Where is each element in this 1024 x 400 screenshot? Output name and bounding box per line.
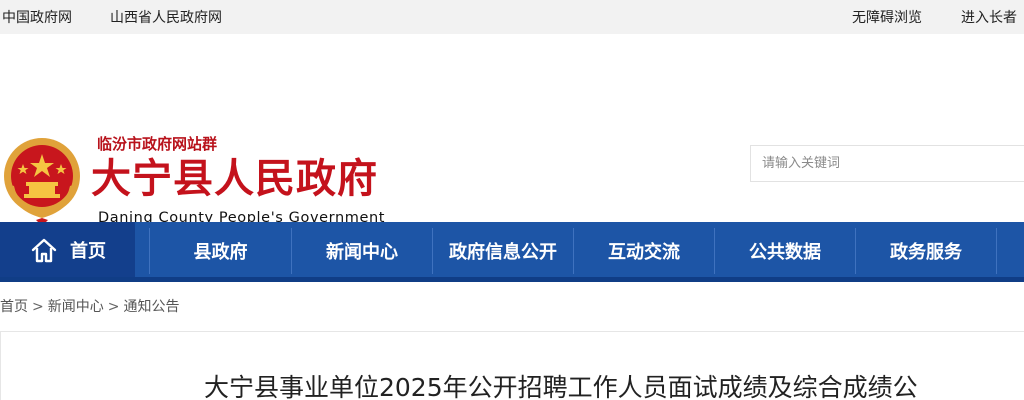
accessibility-link[interactable]: 无障碍浏览 bbox=[852, 7, 922, 27]
search-box bbox=[750, 145, 1024, 182]
search-input[interactable] bbox=[751, 146, 1024, 181]
nav-home[interactable]: 首页 bbox=[0, 222, 135, 277]
article-container: 大宁县事业单位2025年公开招聘工作人员面试成绩及综合成绩公 bbox=[0, 331, 1024, 400]
breadcrumb-notices[interactable]: 通知公告 bbox=[123, 299, 179, 315]
nav-item-info-disclosure[interactable]: 政府信息公开 bbox=[433, 228, 573, 274]
national-emblem-icon bbox=[4, 138, 80, 226]
link-china-gov[interactable]: 中国政府网 bbox=[2, 7, 72, 27]
breadcrumb-news-center[interactable]: 新闻中心 bbox=[48, 299, 104, 315]
article-title: 大宁县事业单位2025年公开招聘工作人员面试成绩及综合成绩公 bbox=[204, 373, 918, 400]
nav-item-public-data[interactable]: 公共数据 bbox=[715, 228, 855, 274]
nav-item-county-gov[interactable]: 县政府 bbox=[150, 228, 291, 274]
nav-item-news-center[interactable]: 新闻中心 bbox=[292, 228, 432, 274]
breadcrumb-separator: > bbox=[107, 299, 120, 315]
main-nav: 首页 县政府 新闻中心 政府信息公开 互动交流 公共数据 政务服务 bbox=[0, 222, 1024, 282]
site-title: 大宁县人民政府 bbox=[91, 155, 378, 202]
top-utility-bar: 中国政府网 山西省人民政府网 无障碍浏览 进入长者 bbox=[0, 0, 1024, 34]
nav-item-gov-services[interactable]: 政务服务 bbox=[856, 228, 996, 274]
nav-home-label: 首页 bbox=[70, 240, 106, 262]
nav-divider bbox=[996, 228, 997, 274]
breadcrumb: 首页 > 新闻中心 > 通知公告 bbox=[0, 296, 179, 316]
breadcrumb-home[interactable]: 首页 bbox=[0, 299, 28, 315]
site-header: 临汾市政府网站群 大宁县人民政府 Daning County People's … bbox=[0, 34, 1024, 226]
breadcrumb-separator: > bbox=[32, 299, 44, 315]
site-group-label: 临汾市政府网站群 bbox=[97, 135, 218, 153]
home-icon bbox=[31, 238, 57, 262]
nav-item-interaction[interactable]: 互动交流 bbox=[574, 228, 714, 274]
elder-mode-link[interactable]: 进入长者 bbox=[961, 7, 1017, 27]
link-shanxi-gov[interactable]: 山西省人民政府网 bbox=[110, 7, 222, 27]
